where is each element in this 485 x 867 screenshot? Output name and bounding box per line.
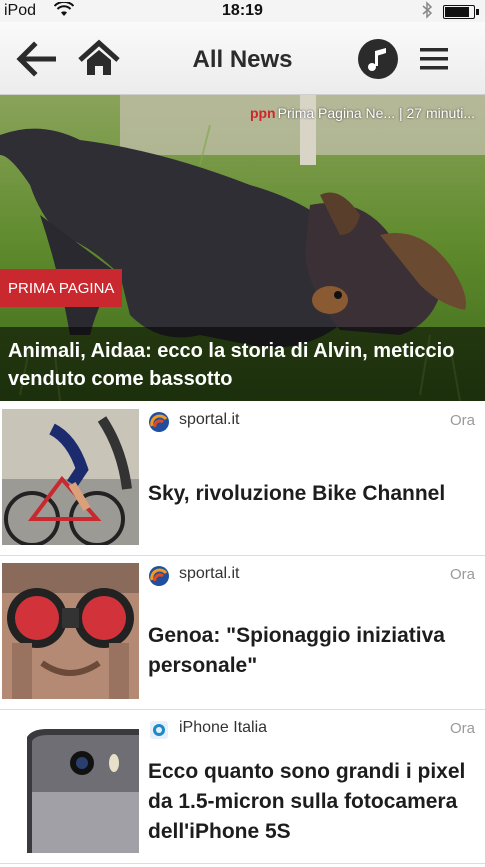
- hamburger-menu-icon[interactable]: [412, 36, 458, 82]
- battery-icon: [443, 5, 479, 19]
- sportal-logo-icon: [148, 411, 170, 433]
- article-thumbnail: [2, 409, 139, 545]
- featured-article-source: ppn Prima Pagina Ne... | 27 minuti...: [250, 105, 475, 121]
- article-time: Ora: [449, 566, 475, 583]
- music-icon[interactable]: [355, 36, 401, 82]
- article-time: Ora: [449, 412, 475, 429]
- category-badge: PRIMA PAGINA: [0, 269, 123, 307]
- list-item[interactable]: sportal.it Ora Sky, rivoluzione Bike Cha…: [0, 403, 485, 556]
- article-source: iPhone Italia: [179, 719, 268, 736]
- article-source: sportal.it: [179, 565, 240, 582]
- ppn-logo-icon: ppn: [249, 105, 276, 121]
- article-headline: Genoa: "Spionaggio iniziativa personale": [148, 624, 445, 677]
- article-time: Ora: [449, 720, 475, 737]
- status-bar: iPod 18:19: [0, 0, 485, 22]
- article-headline: Sky, rivoluzione Bike Channel: [148, 482, 446, 505]
- clock: 18:19: [222, 2, 263, 19]
- navigation-bar: All News: [0, 22, 485, 95]
- featured-article-source-text: Prima Pagina Ne... | 27 minuti...: [277, 105, 475, 121]
- sportal-logo-icon: [148, 565, 170, 587]
- article-source: sportal.it: [179, 411, 240, 428]
- bluetooth-icon: [421, 1, 433, 24]
- article-thumbnail: [2, 563, 139, 699]
- list-item[interactable]: sportal.it Ora Genoa: "Spionaggio inizia…: [0, 557, 485, 710]
- iphone-italia-logo-icon: [148, 719, 170, 741]
- featured-article-headline: Animali, Aidaa: ecco la storia di Alvin,…: [0, 327, 485, 401]
- article-thumbnail: [2, 717, 139, 853]
- list-item[interactable]: iPhone Italia Ora Ecco quanto sono grand…: [0, 711, 485, 864]
- article-headline: Ecco quanto sono grandi i pixel da 1.5-m…: [148, 760, 466, 843]
- featured-article[interactable]: ppn Prima Pagina Ne... | 27 minuti... PRI…: [0, 95, 485, 401]
